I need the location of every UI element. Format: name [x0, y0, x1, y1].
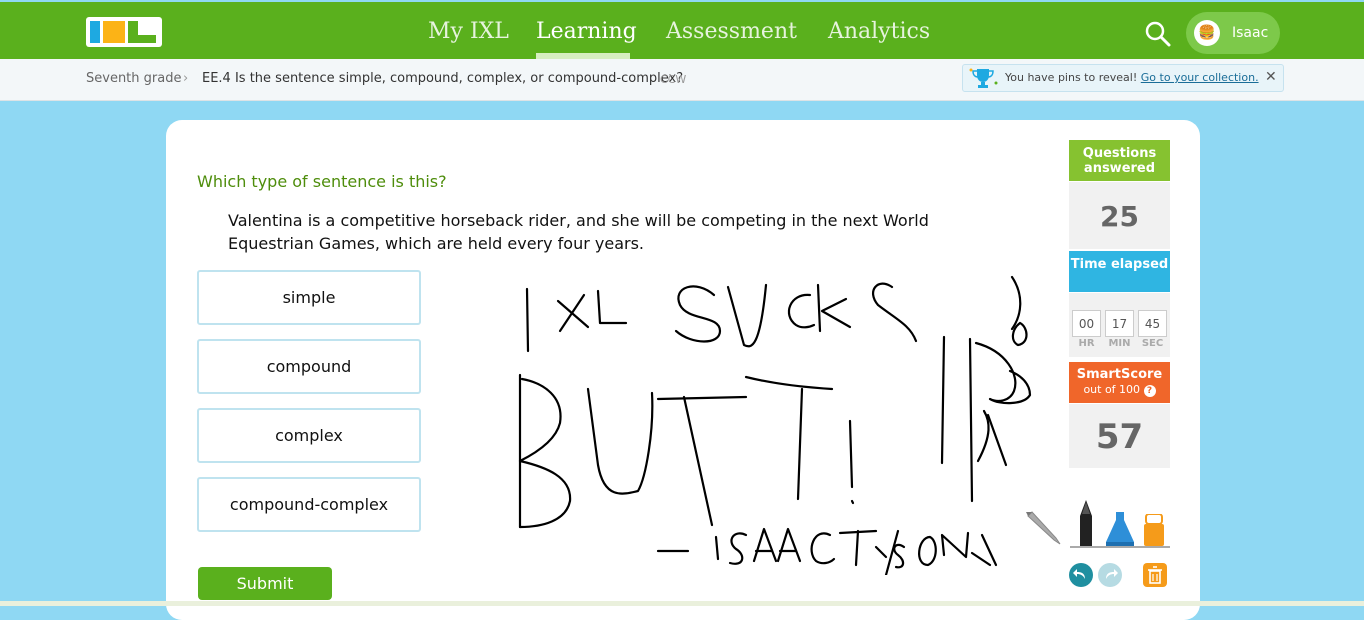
breadcrumb-grade[interactable]: Seventh grade [86, 71, 181, 86]
questions-answered-header: Questions answered [1069, 140, 1170, 181]
pins-banner: You have pins to reveal! Go to your coll… [962, 64, 1284, 92]
nav-learning[interactable]: Learning [536, 19, 637, 44]
time-seconds: 45 [1138, 310, 1167, 337]
time-seconds-label: SEC [1141, 338, 1164, 349]
trash-icon[interactable] [1143, 563, 1167, 587]
marker-icon[interactable] [1104, 512, 1136, 550]
page-bottom-strip [0, 601, 1364, 606]
smartscore-subtitle: out of 100 ? [1069, 382, 1170, 397]
time-elapsed-header: Time elapsed [1069, 251, 1170, 292]
close-icon[interactable]: ✕ [1265, 69, 1277, 85]
avatar: 🍔 [1194, 20, 1220, 46]
smartscore-sub-text: out of 100 [1083, 383, 1141, 396]
breadcrumb-skill: EE.4 Is the sentence simple, compound, c… [202, 71, 684, 86]
question-sentence: Valentina is a competitive horseback rid… [228, 211, 929, 253]
submit-button[interactable]: Submit [198, 567, 332, 600]
help-icon[interactable]: ? [1143, 385, 1156, 397]
user-menu[interactable]: 🍔 Isaac [1186, 12, 1280, 54]
questions-answered-value: 25 [1069, 182, 1170, 249]
user-name: Isaac [1232, 25, 1269, 41]
choice-compound-complex[interactable]: compound-complex [197, 477, 421, 532]
chevron-right-icon: › [183, 71, 189, 86]
top-navigation-bar: My IXL Learning Assessment Analytics 🍔 I… [0, 2, 1364, 59]
highlighter-icon[interactable] [1142, 513, 1166, 550]
pins-message-text: You have pins to reveal! [1005, 71, 1138, 84]
undo-icon[interactable] [1069, 563, 1093, 587]
nav-my-ixl[interactable]: My IXL [428, 19, 509, 44]
smartscore-header: SmartScore out of 100 ? [1069, 362, 1170, 403]
choice-compound[interactable]: compound [197, 339, 421, 394]
smartscore-title: SmartScore [1076, 367, 1163, 382]
nav-analytics[interactable]: Analytics [828, 19, 930, 44]
time-hours: 00 [1072, 310, 1101, 337]
time-minutes-label: MIN [1108, 338, 1131, 349]
trophy-icon [967, 67, 999, 89]
choice-simple[interactable]: simple [197, 270, 421, 325]
search-icon[interactable] [1144, 20, 1172, 48]
standard-tag: CCW [660, 73, 687, 86]
time-hours-label: HR [1078, 338, 1095, 349]
scratchpad-drawing[interactable] [500, 265, 1040, 575]
redo-icon[interactable] [1098, 563, 1122, 587]
smartscore-value: 57 [1069, 404, 1170, 468]
question-prompt: Which type of sentence is this? [197, 172, 447, 191]
pencil-icon[interactable] [1024, 510, 1064, 550]
nav-assessment[interactable]: Assessment [666, 19, 797, 44]
tool-tray-line [1070, 546, 1170, 548]
time-minutes: 17 [1105, 310, 1134, 337]
pen-icon[interactable] [1076, 500, 1096, 550]
pins-message: You have pins to reveal! Go to your coll… [1005, 71, 1259, 84]
ixl-logo[interactable] [86, 17, 162, 47]
choice-complex[interactable]: complex [197, 408, 421, 463]
go-to-collection-link[interactable]: Go to your collection. [1141, 71, 1259, 84]
